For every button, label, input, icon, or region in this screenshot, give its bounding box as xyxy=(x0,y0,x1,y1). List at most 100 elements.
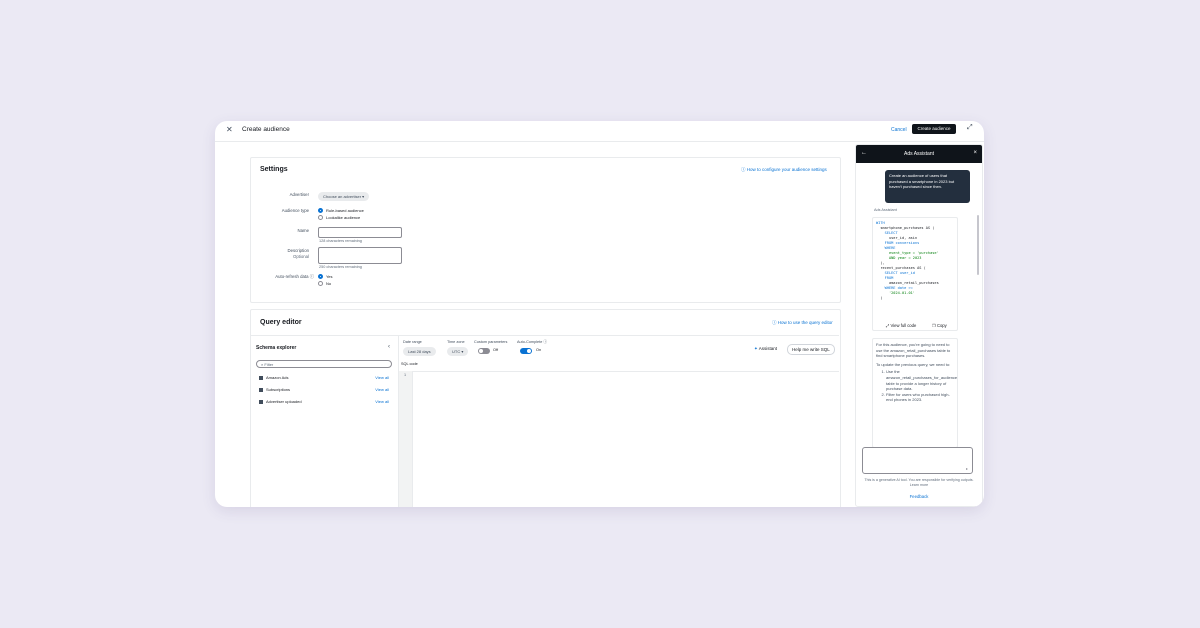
scrollbar[interactable] xyxy=(977,215,979,275)
collapse-icon[interactable]: ‹ xyxy=(388,344,390,350)
settings-help-link[interactable]: ⓘ How to configure your audience setting… xyxy=(741,167,827,173)
copy-label: Copy xyxy=(936,323,947,328)
refresh-no-radio[interactable] xyxy=(318,281,323,286)
top-bar: ✕ Create audience Cancel Create audience… xyxy=(215,121,984,142)
table-name: Subscriptions xyxy=(266,387,291,392)
custom-parameters-toggle[interactable] xyxy=(478,348,490,354)
assistant-button[interactable]: ✦ Assistant xyxy=(754,346,777,352)
assistant-label: Ads Assistant xyxy=(874,208,897,212)
create-audience-window: ✕ Create audience Cancel Create audience… xyxy=(215,121,984,507)
code-line: FROM xyxy=(876,276,894,280)
advertiser-label: Advertiser xyxy=(289,192,309,197)
view-full-code-button[interactable]: ⤢ View full code xyxy=(886,323,916,328)
custom-parameters-label: Custom parameters xyxy=(474,340,508,344)
code-line: WHERE date >= xyxy=(876,286,913,290)
create-audience-button[interactable]: Create audience xyxy=(912,124,956,134)
page-title: Create audience xyxy=(242,126,290,133)
table-row[interactable]: Amazon Ads View all xyxy=(259,375,389,380)
date-range-select[interactable]: Last 28 days xyxy=(403,347,436,356)
code-block: WITH smartphone_purchases AS ( SELECT us… xyxy=(872,217,958,331)
description-label: Description xyxy=(287,248,310,253)
assistant-button-label: Assistant xyxy=(758,346,778,351)
table-row[interactable]: Subscriptions View all xyxy=(259,387,389,392)
code-line: FROM conversions xyxy=(876,241,920,245)
refresh-yes-radio[interactable] xyxy=(318,274,323,279)
table-icon xyxy=(259,375,263,380)
auto-complete-toggle[interactable] xyxy=(520,348,532,354)
send-icon[interactable]: ▸ xyxy=(966,466,968,471)
query-editor-help-link[interactable]: ⓘ How to use the query editor xyxy=(772,320,833,326)
code-line: SELECT user_id xyxy=(876,271,915,275)
code-line: user_id, asin xyxy=(876,236,918,240)
refresh-yes-label: Yes xyxy=(326,274,333,279)
table-name: Advertiser uploaded xyxy=(266,399,302,404)
response-list-item: Use the amazon_retail_purchases_for_audi… xyxy=(886,369,957,391)
settings-title: Settings xyxy=(260,166,288,173)
schema-search-placeholder: Filter xyxy=(264,362,274,367)
line-number: 1 xyxy=(404,373,407,377)
view-all-link[interactable]: View all xyxy=(375,375,389,380)
code-line: recent_purchases AS ( xyxy=(876,266,926,270)
sql-code-editor[interactable] xyxy=(413,371,839,507)
disclaimer-text: This is a generative AI tool. You are re… xyxy=(864,478,974,487)
lookalike-radio[interactable] xyxy=(318,215,323,220)
code-line: WITH xyxy=(876,221,885,225)
close-icon[interactable]: ✕ xyxy=(226,125,233,134)
rule-based-radio[interactable] xyxy=(318,208,323,213)
schema-explorer-title: Schema explorer xyxy=(256,345,297,351)
user-message: Create an audience of users that purchas… xyxy=(885,170,970,203)
expand-icon: ⤢ xyxy=(886,323,890,328)
settings-panel: Settings ⓘ How to configure your audienc… xyxy=(250,157,841,303)
lookalike-label: Lookalike audience xyxy=(326,215,361,220)
time-zone-select[interactable]: UTC ▾ xyxy=(447,347,469,356)
auto-refresh-label: Auto-refresh data ⓘ xyxy=(275,274,314,279)
line-number-gutter: 1 xyxy=(399,371,413,507)
time-zone-label: Time zone xyxy=(447,340,465,344)
code-line: event_type = 'purchase' xyxy=(876,251,939,255)
view-all-link[interactable]: View all xyxy=(375,399,389,404)
name-input[interactable] xyxy=(318,227,402,238)
code-line: ), xyxy=(876,261,885,265)
sparkle-icon: ✦ xyxy=(754,346,758,351)
sql-code-label: SQL code xyxy=(401,362,418,366)
table-icon xyxy=(259,387,263,392)
view-all-link[interactable]: View all xyxy=(375,387,389,392)
date-range-label: Date range xyxy=(403,340,422,344)
description-optional: Optional xyxy=(292,254,309,259)
ads-assistant-panel: ← Ads Assistant × Create an audience of … xyxy=(855,144,983,507)
table-icon xyxy=(259,399,263,404)
copy-icon: ❐ xyxy=(932,323,936,328)
copy-button[interactable]: ❐ Copy xyxy=(932,323,947,328)
auto-complete-state: On xyxy=(536,348,542,352)
name-hint: 128 characters remaining xyxy=(319,239,362,243)
query-editor-title: Query editor xyxy=(260,319,302,326)
rule-based-label: Rule-based audience xyxy=(326,208,364,213)
table-name: Amazon Ads xyxy=(266,375,289,380)
help-me-write-sql-button[interactable]: Help me write SQL xyxy=(787,344,835,355)
code-line: amazon_retail_purchases xyxy=(876,281,939,285)
advertiser-select[interactable]: Choose an advertiser ▾ xyxy=(318,192,370,201)
custom-parameters-state: Off xyxy=(493,348,498,352)
expand-icon[interactable]: ⤢ xyxy=(967,124,973,132)
prompt-input[interactable]: ▸ xyxy=(862,447,973,474)
name-label: Name xyxy=(297,228,309,233)
schema-search-input[interactable]: ⌕ Filter xyxy=(256,360,392,368)
close-icon[interactable]: × xyxy=(973,150,977,156)
schema-explorer: Schema explorer ‹ ⌕ Filter Amazon Ads Vie… xyxy=(251,335,399,507)
response-list-item: Filter for users who purchased high-end … xyxy=(886,392,954,403)
code-line: AND year = 2023 xyxy=(876,256,922,260)
code-line: WHERE xyxy=(876,246,896,250)
code-line: ) xyxy=(876,296,883,300)
description-input[interactable] xyxy=(318,247,402,264)
cancel-button[interactable]: Cancel xyxy=(891,127,907,133)
response-paragraph: For this audience, you're going to need … xyxy=(876,342,951,359)
view-full-code-label: View full code xyxy=(890,323,917,328)
auto-complete-label: Auto-Complete ⓘ xyxy=(517,340,548,344)
table-row[interactable]: Advertiser uploaded View all xyxy=(259,399,389,404)
response-paragraph: To update the previous query, we need to… xyxy=(876,361,951,367)
description-hint: 250 characters remaining xyxy=(319,265,362,269)
assistant-title: Ads Assistant xyxy=(903,151,934,157)
code-line: smartphone_purchases AS ( xyxy=(876,226,935,230)
feedback-link[interactable]: Feedback xyxy=(856,494,982,499)
code-line: SELECT xyxy=(876,231,898,235)
